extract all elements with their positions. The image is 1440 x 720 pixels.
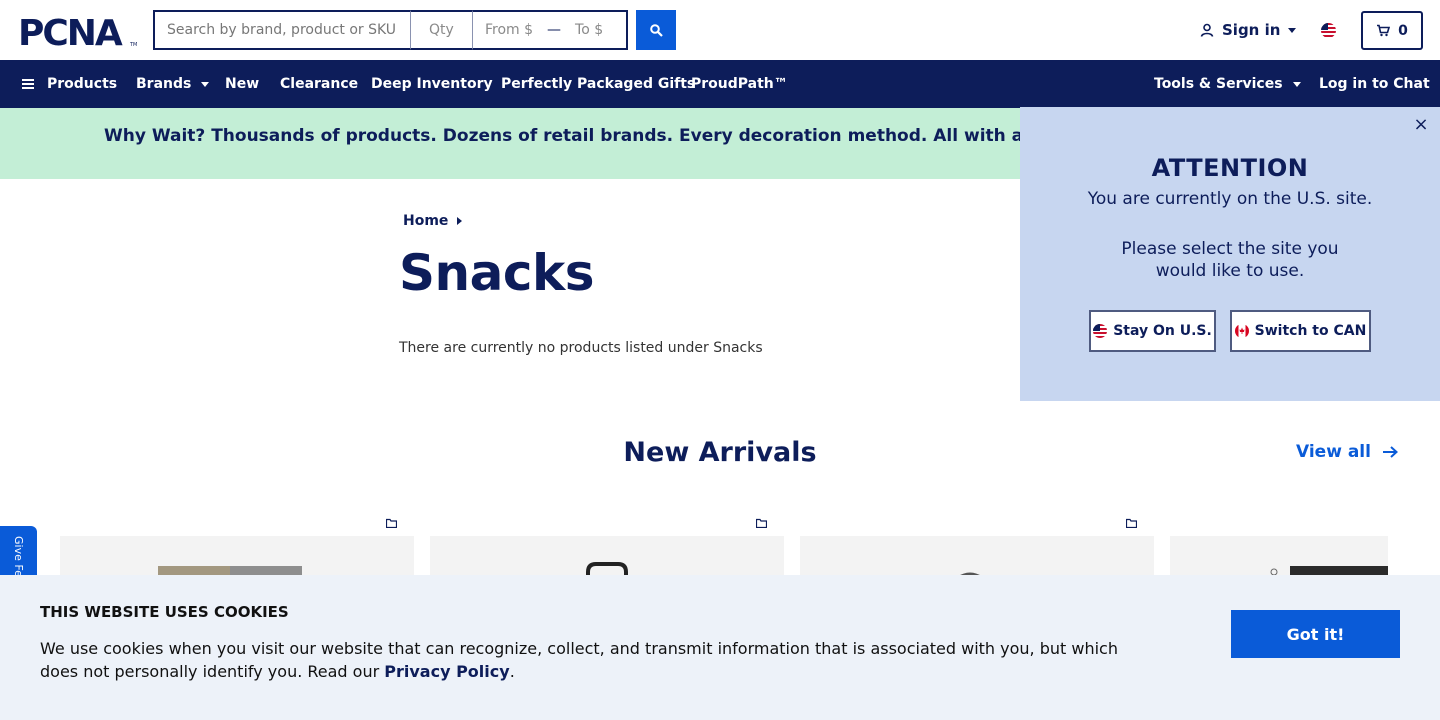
cart-icon xyxy=(1377,24,1391,37)
cart-count: 0 xyxy=(1398,22,1408,39)
svg-text:TM: TM xyxy=(129,42,137,48)
nav-gifts[interactable]: Perfectly Packaged Gifts xyxy=(501,60,695,108)
nav-proudpath[interactable]: ProudPath™ xyxy=(691,60,788,108)
nav-new[interactable]: New xyxy=(225,60,259,108)
promo-banner-text: Why Wait? Thousands of products. Dozens … xyxy=(104,126,1116,146)
nav-chat-login[interactable]: Log in to Chat xyxy=(1319,60,1430,108)
pcna-logo[interactable]: PCNA TM xyxy=(18,14,138,48)
sign-in-label: Sign in xyxy=(1222,21,1281,39)
popup-instruction-2: would like to use. xyxy=(1155,261,1305,281)
popup-instruction-1: Please select the site you xyxy=(1121,239,1339,259)
folder-icon[interactable] xyxy=(386,518,397,528)
chevron-down-icon xyxy=(1292,81,1301,87)
page-title: Snacks xyxy=(399,244,595,302)
nav-tools-services[interactable]: Tools & Services xyxy=(1154,60,1301,108)
close-icon[interactable]: × xyxy=(1412,116,1430,134)
canada-flag-icon xyxy=(1234,324,1249,338)
qty-input[interactable]: Qty xyxy=(411,10,473,50)
chevron-right-icon xyxy=(457,217,463,225)
cookie-text: We use cookies when you visit our websit… xyxy=(40,639,1118,681)
search-button[interactable] xyxy=(636,10,676,50)
search-bar: Search by brand, product or SKU Qty From… xyxy=(153,10,628,50)
region-select-popup: × ATTENTION You are currently on the U.S… xyxy=(1020,107,1440,401)
hamburger-icon xyxy=(22,79,34,89)
price-separator: — xyxy=(547,22,562,38)
view-all-link[interactable]: View all xyxy=(1296,442,1398,462)
site-header: PCNA TM Search by brand, product or SKU … xyxy=(0,0,1440,60)
price-to-input[interactable]: To $ xyxy=(575,22,603,38)
breadcrumb: Home xyxy=(403,213,463,229)
folder-icon[interactable] xyxy=(756,518,767,528)
stay-us-button[interactable]: Stay On U.S. xyxy=(1089,310,1216,352)
arrow-right-icon xyxy=(1382,446,1398,458)
chevron-down-icon xyxy=(1288,27,1297,33)
new-arrivals-heading: New Arrivals xyxy=(623,437,817,468)
privacy-policy-link[interactable]: Privacy Policy xyxy=(384,662,509,681)
breadcrumb-home[interactable]: Home xyxy=(403,213,448,229)
empty-products-message: There are currently no products listed u… xyxy=(399,340,763,356)
cookie-banner: THIS WEBSITE USES COOKIES We use cookies… xyxy=(0,575,1440,720)
price-from-input[interactable]: From $ xyxy=(485,22,533,38)
nav-brands[interactable]: Brands xyxy=(136,60,210,108)
popup-current-site: You are currently on the U.S. site. xyxy=(1087,189,1373,209)
sign-in-menu[interactable]: Sign in xyxy=(1200,21,1297,39)
search-input[interactable]: Search by brand, product or SKU xyxy=(153,10,411,50)
chevron-down-icon xyxy=(201,81,210,87)
user-icon xyxy=(1200,23,1214,37)
accept-cookies-button[interactable]: Got it! xyxy=(1231,610,1400,658)
folder-icon[interactable] xyxy=(1126,518,1137,528)
cookie-title: THIS WEBSITE USES COOKIES xyxy=(40,603,289,621)
svg-text:PCNA: PCNA xyxy=(18,14,123,48)
price-range: From $ — To $ xyxy=(473,10,628,50)
nav-products[interactable]: Products xyxy=(22,60,117,108)
nav-deep-inventory[interactable]: Deep Inventory xyxy=(371,60,493,108)
us-flag-icon xyxy=(1093,324,1108,338)
cart-button[interactable]: 0 xyxy=(1361,11,1423,50)
us-flag-icon[interactable] xyxy=(1321,23,1336,38)
nav-clearance[interactable]: Clearance xyxy=(280,60,358,108)
search-icon xyxy=(649,23,663,37)
switch-can-button[interactable]: Switch to CAN xyxy=(1230,310,1371,352)
main-nav: Products Brands New Clearance Deep Inven… xyxy=(0,60,1440,108)
popup-title: ATTENTION xyxy=(1151,154,1309,182)
